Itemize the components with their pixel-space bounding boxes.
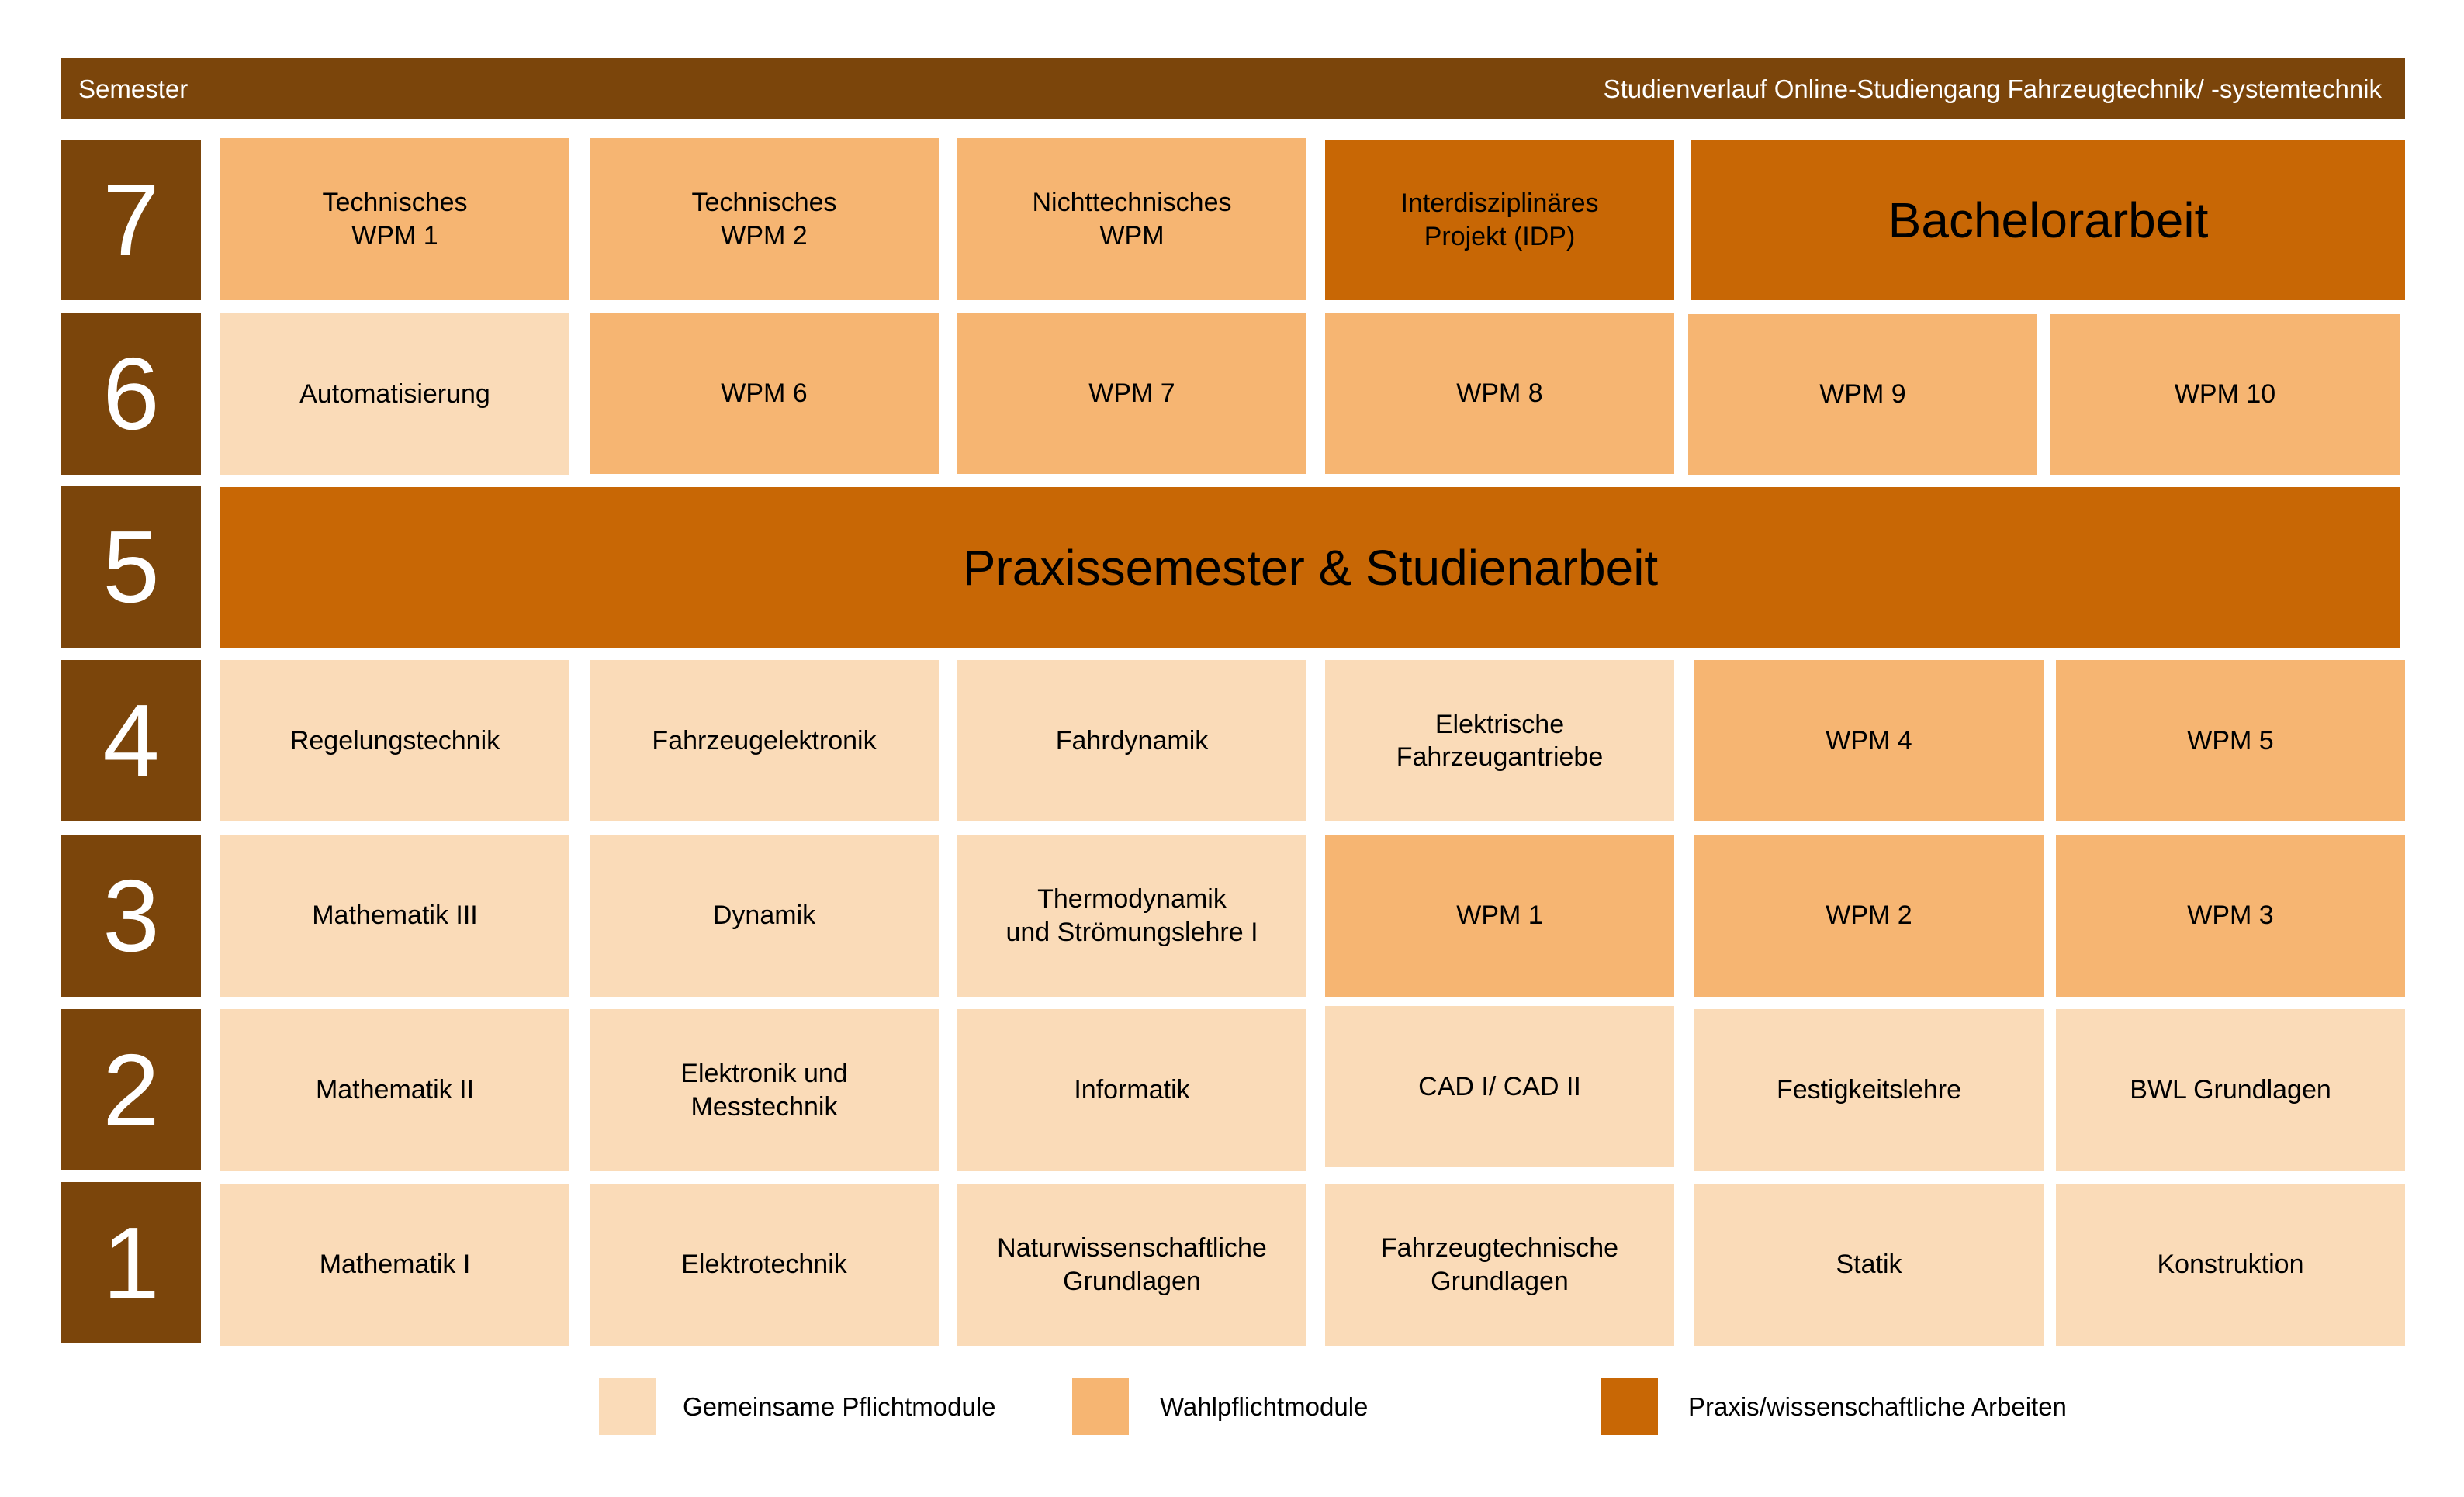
module-cell-praxissemester: Praxissemester & Studienarbeit [220, 487, 2400, 648]
semester-number-5: 5 [61, 486, 201, 648]
semester-number-2: 2 [61, 1009, 201, 1170]
module-cell: Konstruktion [2056, 1184, 2405, 1346]
module-cell: WPM 6 [590, 313, 939, 474]
legend-swatch-pflicht [599, 1378, 656, 1435]
module-cell: WPM 8 [1325, 313, 1674, 474]
module-cell: Automatisierung [220, 313, 569, 475]
module-cell: BWL Grundlagen [2056, 1009, 2405, 1171]
module-cell: Thermodynamik und Strömungslehre I [957, 835, 1306, 997]
module-cell: WPM 3 [2056, 835, 2405, 997]
module-cell: WPM 1 [1325, 835, 1674, 997]
semester-number-3: 3 [61, 835, 201, 997]
semester-number-1: 1 [61, 1182, 201, 1343]
module-cell: Fahrzeugtechnische Grundlagen [1325, 1184, 1674, 1346]
module-cell: Regelungstechnik [220, 660, 569, 821]
header-bar: Semester Studienverlauf Online-Studienga… [61, 58, 2405, 119]
legend-label-praxis: Praxis/wissenschaftliche Arbeiten [1688, 1392, 2067, 1421]
module-cell: CAD I/ CAD II [1325, 1006, 1674, 1167]
module-cell: WPM 9 [1688, 314, 2037, 475]
module-cell: Technisches WPM 2 [590, 138, 939, 300]
module-cell: WPM 5 [2056, 660, 2405, 821]
module-cell: Mathematik II [220, 1009, 569, 1171]
diagram-title: Studienverlauf Online-Studiengang Fahrze… [1603, 74, 2382, 103]
module-cell: Elektronik und Messtechnik [590, 1009, 939, 1171]
module-cell: Technisches WPM 1 [220, 138, 569, 300]
legend-label-pflicht: Gemeinsame Pflichtmodule [683, 1392, 996, 1421]
module-cell: WPM 7 [957, 313, 1306, 474]
module-cell: Fahrzeugelektronik [590, 660, 939, 821]
module-cell: Naturwissenschaftliche Grundlagen [957, 1184, 1306, 1346]
module-cell: Nichttechnisches WPM [957, 138, 1306, 300]
module-cell: Festigkeitslehre [1694, 1009, 2044, 1171]
legend-swatch-wahlpflicht [1072, 1378, 1129, 1435]
semester-column-label: Semester [78, 74, 189, 103]
legend-swatch-praxis [1601, 1378, 1658, 1435]
module-cell: Fahrdynamik [957, 660, 1306, 821]
module-cell: WPM 10 [2050, 314, 2400, 475]
module-cell-idp: Interdisziplinäres Projekt (IDP) [1325, 140, 1674, 300]
module-cell: Elektrische Fahrzeugantriebe [1325, 660, 1674, 821]
semester-number-7: 7 [61, 140, 201, 300]
module-cell: Mathematik I [220, 1184, 569, 1346]
module-cell: Mathematik III [220, 835, 569, 997]
module-cell-bachelorarbeit: Bachelorarbeit [1691, 140, 2405, 300]
module-cell: WPM 2 [1694, 835, 2044, 997]
semester-number-4: 4 [61, 660, 201, 821]
module-cell: Statik [1694, 1184, 2044, 1346]
module-cell: Informatik [957, 1009, 1306, 1171]
module-cell: Elektrotechnik [590, 1184, 939, 1346]
semester-number-6: 6 [61, 313, 201, 475]
legend-label-wahlpflicht: Wahlpflichtmodule [1160, 1392, 1369, 1421]
module-cell: WPM 4 [1694, 660, 2044, 821]
module-cell: Dynamik [590, 835, 939, 997]
